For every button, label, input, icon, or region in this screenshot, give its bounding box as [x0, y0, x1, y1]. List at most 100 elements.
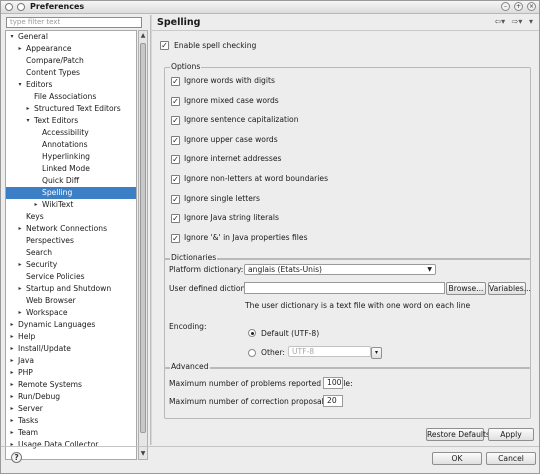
- scroll-down-icon[interactable]: ▼: [139, 449, 147, 459]
- collapsed-arrow-icon[interactable]: ▸: [8, 439, 16, 451]
- filter-input[interactable]: type filter text: [6, 17, 142, 28]
- tree-item[interactable]: ▾ General: [6, 31, 136, 43]
- max-proposals-field[interactable]: 20: [323, 395, 343, 407]
- tree-item[interactable]: Web Browser: [6, 295, 136, 307]
- option-checkbox[interactable]: ✓: [171, 233, 180, 243]
- cancel-button[interactable]: Cancel: [486, 452, 536, 465]
- variables-button[interactable]: Variables...: [488, 282, 531, 295]
- tree-item[interactable]: ▸ Help: [6, 331, 136, 343]
- apply-button[interactable]: Apply: [488, 428, 534, 441]
- tree-item[interactable]: Annotations: [6, 139, 136, 151]
- user-dict-field[interactable]: [244, 282, 445, 294]
- tree-item[interactable]: ▸ Network Connections: [6, 223, 136, 235]
- tree-item[interactable]: ▸ Run/Debug: [6, 391, 136, 403]
- tree-item[interactable]: ▸ PHP: [6, 367, 136, 379]
- collapsed-arrow-icon[interactable]: ▸: [8, 355, 16, 367]
- collapsed-arrow-icon[interactable]: ▸: [24, 103, 32, 115]
- tree-item-label: Usage Data Collector: [18, 440, 99, 449]
- expanded-arrow-icon[interactable]: ▾: [16, 79, 24, 91]
- collapsed-arrow-icon[interactable]: ▸: [8, 379, 16, 391]
- collapsed-arrow-icon[interactable]: ▸: [16, 43, 24, 55]
- tree-item[interactable]: Accessibility: [6, 127, 136, 139]
- option-checkbox[interactable]: ✓: [171, 214, 180, 224]
- tree-item[interactable]: ▾ Text Editors: [6, 115, 136, 127]
- scroll-thumb[interactable]: [140, 43, 146, 433]
- default-encoding-radio[interactable]: [248, 329, 256, 337]
- option-checkbox[interactable]: ✓: [171, 96, 180, 106]
- scroll-up-icon[interactable]: ▲: [139, 31, 147, 41]
- tree-item[interactable]: Perspectives: [6, 235, 136, 247]
- tree-scrollbar[interactable]: ▲ ▼: [138, 30, 148, 460]
- option-checkbox[interactable]: ✓: [171, 135, 180, 145]
- option-checkbox[interactable]: ✓: [171, 116, 180, 126]
- tree-item[interactable]: File Associations: [6, 91, 136, 103]
- collapsed-arrow-icon[interactable]: ▸: [16, 307, 24, 319]
- collapsed-arrow-icon[interactable]: ▸: [8, 319, 16, 331]
- collapsed-arrow-icon[interactable]: ▸: [32, 199, 40, 211]
- page-menu-icon[interactable]: ▾: [529, 17, 533, 26]
- expanded-arrow-icon[interactable]: ▾: [8, 31, 16, 43]
- collapsed-arrow-icon[interactable]: ▸: [8, 367, 16, 379]
- browse-button[interactable]: Browse...: [446, 282, 486, 295]
- option-checkbox[interactable]: ✓: [171, 155, 180, 165]
- forward-icon[interactable]: ⇨▾: [512, 17, 523, 26]
- tree-item[interactable]: ▸ Tasks: [6, 415, 136, 427]
- minimize-icon[interactable]: –: [501, 2, 510, 11]
- preference-tree[interactable]: ▾ General ▸ Appearance Compare/Patch Content …: [5, 30, 137, 460]
- sticky-icon[interactable]: [17, 3, 25, 11]
- tree-item[interactable]: Hyperlinking: [6, 151, 136, 163]
- tree-item[interactable]: Linked Mode: [6, 163, 136, 175]
- collapsed-arrow-icon[interactable]: ▸: [16, 223, 24, 235]
- option-checkbox[interactable]: ✓: [171, 175, 180, 184]
- platform-dict-select[interactable]: anglais (Etats-Unis) ▼: [244, 264, 436, 275]
- tree-item[interactable]: Compare/Patch: [6, 55, 136, 67]
- tree-item[interactable]: ▾ Editors: [6, 79, 136, 91]
- window-menu-icon[interactable]: [5, 3, 13, 11]
- collapsed-arrow-icon[interactable]: ▸: [8, 415, 16, 427]
- tree-item[interactable]: Keys: [6, 211, 136, 223]
- tree-item[interactable]: ▸ WikiText: [6, 199, 136, 211]
- ok-button[interactable]: OK: [432, 452, 482, 465]
- tree-item[interactable]: ▸ Server: [6, 403, 136, 415]
- tree-item[interactable]: ▸ Appearance: [6, 43, 136, 55]
- tree-item[interactable]: ▸ Usage Data Collector: [6, 439, 136, 451]
- collapsed-arrow-icon[interactable]: ▸: [8, 331, 16, 343]
- max-problems-field[interactable]: 100: [323, 377, 343, 389]
- tree-item-label: Java: [18, 356, 35, 365]
- collapsed-arrow-icon[interactable]: ▸: [8, 427, 16, 439]
- tree-item[interactable]: Quick Diff: [6, 175, 136, 187]
- other-encoding-radio[interactable]: [248, 349, 256, 357]
- tree-item-label: Accessibility: [42, 128, 89, 137]
- tree-item[interactable]: Spelling: [6, 187, 136, 199]
- collapsed-arrow-icon[interactable]: ▸: [16, 283, 24, 295]
- back-icon[interactable]: ⇦▾: [494, 17, 505, 26]
- tree-item[interactable]: ▸ Workspace: [6, 307, 136, 319]
- collapsed-arrow-icon[interactable]: ▸: [16, 259, 24, 271]
- tree-item[interactable]: ▸ Remote Systems: [6, 379, 136, 391]
- tree-item[interactable]: ▸ Install/Update: [6, 343, 136, 355]
- collapsed-arrow-icon[interactable]: ▸: [8, 403, 16, 415]
- page-title: Spelling: [157, 17, 201, 28]
- collapsed-arrow-icon[interactable]: ▸: [8, 343, 16, 355]
- tree-item[interactable]: Search: [6, 247, 136, 259]
- collapsed-arrow-icon[interactable]: ▸: [8, 391, 16, 403]
- tree-item[interactable]: Service Policies: [6, 271, 136, 283]
- enable-spell-checkbox[interactable]: ✓: [160, 41, 169, 50]
- option-checkbox[interactable]: ✓: [171, 77, 180, 86]
- tree-item[interactable]: Content Types: [6, 67, 136, 79]
- other-encoding-dropdown-icon[interactable]: ▾: [371, 347, 382, 359]
- option-checkbox[interactable]: ✓: [171, 194, 180, 204]
- close-icon[interactable]: ×: [527, 2, 536, 11]
- help-icon[interactable]: ?: [11, 452, 22, 463]
- tree-item[interactable]: ▸ Dynamic Languages: [6, 319, 136, 331]
- tree-item[interactable]: ▸ Java: [6, 355, 136, 367]
- maximize-icon[interactable]: +: [514, 2, 523, 11]
- expanded-arrow-icon[interactable]: ▾: [24, 115, 32, 127]
- restore-defaults-button[interactable]: Restore Defaults: [426, 428, 490, 441]
- enable-spell-label: Enable spell checking: [174, 41, 257, 50]
- tree-item[interactable]: ▸ Security: [6, 259, 136, 271]
- tree-item[interactable]: ▸ Startup and Shutdown: [6, 283, 136, 295]
- tree-item[interactable]: ▸ Structured Text Editors: [6, 103, 136, 115]
- other-encoding-select[interactable]: UTF-8: [288, 346, 371, 357]
- tree-item[interactable]: ▸ Team: [6, 427, 136, 439]
